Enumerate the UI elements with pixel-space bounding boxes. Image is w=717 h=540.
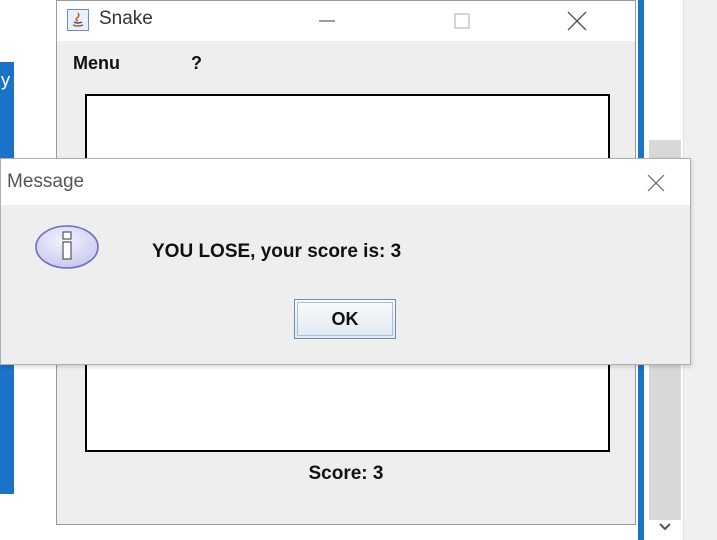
dialog-titlebar: Message [1,159,690,205]
dialog-close-button[interactable] [631,165,681,201]
dialog-message: YOU LOSE, your score is: 3 [152,241,402,262]
snake-titlebar: Snake [57,1,635,41]
menu-item-menu[interactable]: Menu [73,53,120,74]
window-title: Snake [99,8,153,29]
background-code-text: y) [0,70,22,91]
ok-button[interactable]: OK [294,299,396,339]
close-button[interactable] [547,1,607,41]
minimize-icon [319,20,335,22]
java-icon [67,9,89,31]
dialog-title: Message [7,171,85,192]
maximize-button[interactable] [432,1,492,41]
menu-bar: Menu ? [57,41,635,81]
scroll-down-icon[interactable] [650,518,680,538]
close-icon [567,11,587,31]
maximize-icon [454,13,470,29]
info-icon [34,224,100,270]
close-icon [647,174,665,192]
message-dialog: Message YOU LOSE, your score is: 3 OK [0,158,691,365]
minimize-button[interactable] [297,1,357,41]
score-label: Score: 3 [308,463,384,484]
menu-item-help[interactable]: ? [191,53,202,74]
